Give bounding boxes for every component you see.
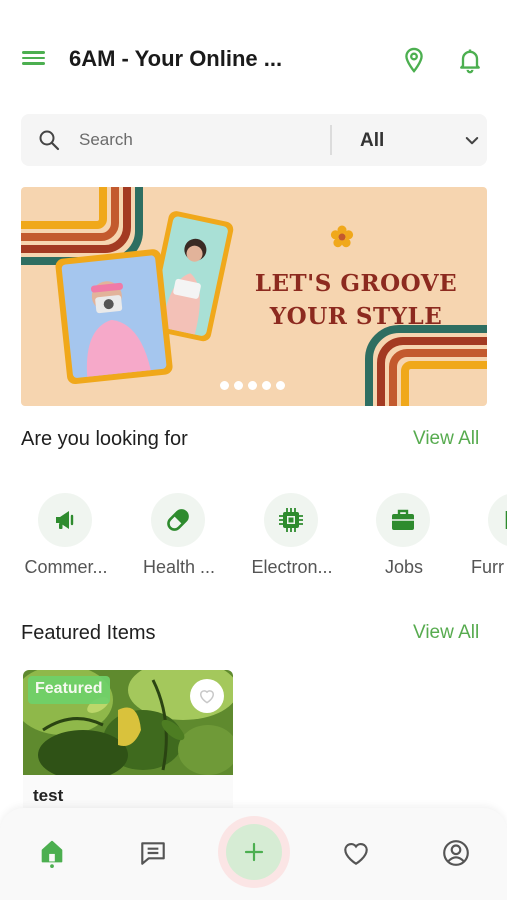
category-label: Commer... <box>24 557 108 577</box>
category-icon-circle <box>151 493 205 547</box>
chip-icon <box>279 508 303 532</box>
banner-headline-line1: LET'S GROOVE <box>254 270 458 297</box>
category-label: Electron... <box>251 557 333 577</box>
home-icon[interactable] <box>37 838 67 868</box>
add-listing-button[interactable] <box>218 816 290 888</box>
category-label: Jobs <box>384 557 424 577</box>
category-item-electronics[interactable]: Electron... <box>237 493 347 583</box>
profile-icon[interactable] <box>441 838 471 868</box>
product-title: test <box>33 786 64 805</box>
carousel-dot[interactable] <box>220 381 229 390</box>
banner-headline-line2: YOUR STYLE <box>269 303 443 330</box>
chat-icon[interactable] <box>138 838 168 868</box>
product-card[interactable]: Featured test <box>23 670 233 815</box>
bottom-navigation <box>0 808 507 900</box>
search-input[interactable] <box>79 122 329 158</box>
pill-icon <box>167 509 189 531</box>
featured-badge: Featured <box>28 676 110 704</box>
bell-icon[interactable] <box>456 46 484 74</box>
category-item-health[interactable]: Health ... <box>124 493 234 583</box>
app-header: 6AM - Your Online ... <box>0 36 507 84</box>
category-icon-circle <box>488 493 507 547</box>
favorite-button[interactable] <box>190 679 224 713</box>
search-icon <box>39 130 60 151</box>
category-item-commercial[interactable]: Commer... <box>11 493 121 583</box>
search-divider <box>330 125 332 155</box>
featured-view-all-link[interactable]: View All <box>413 622 479 644</box>
category-icon-circle <box>38 493 92 547</box>
category-icon-circle <box>264 493 318 547</box>
carousel-dot[interactable] <box>248 381 257 390</box>
categories-section-title: Are you looking for <box>21 428 188 450</box>
heart-icon[interactable] <box>341 838 371 868</box>
heart-outline-icon <box>199 690 215 704</box>
hamburger-menu-icon[interactable] <box>22 48 48 72</box>
plus-icon <box>244 842 264 862</box>
briefcase-icon <box>392 509 414 530</box>
carousel-dots <box>220 381 285 390</box>
featured-section-title: Featured Items <box>21 622 156 644</box>
carousel-dot[interactable] <box>276 381 285 390</box>
search-bar: All <box>21 114 487 166</box>
carousel-dot[interactable] <box>234 381 243 390</box>
add-button-inner <box>226 824 282 880</box>
promo-banner[interactable]: LET'S GROOVE YOUR STYLE <box>21 187 487 406</box>
category-select-value: All <box>360 130 385 151</box>
app-title: 6AM - Your Online ... <box>69 46 283 71</box>
carousel-dot[interactable] <box>262 381 271 390</box>
chevron-down-icon <box>465 137 479 145</box>
banner-headline: LET'S GROOVE YOUR STYLE <box>251 267 461 333</box>
location-pin-icon[interactable] <box>400 46 428 74</box>
category-item-furniture[interactable]: Furr <box>461 493 507 583</box>
furniture-icon <box>505 511 507 529</box>
category-icon-circle <box>376 493 430 547</box>
category-label: Health ... <box>142 557 216 577</box>
categories-view-all-link[interactable]: View All <box>413 428 479 450</box>
category-item-jobs[interactable]: Jobs <box>349 493 459 583</box>
category-label: Furr <box>471 557 504 577</box>
category-select[interactable]: All <box>341 114 487 166</box>
megaphone-icon <box>56 511 74 529</box>
